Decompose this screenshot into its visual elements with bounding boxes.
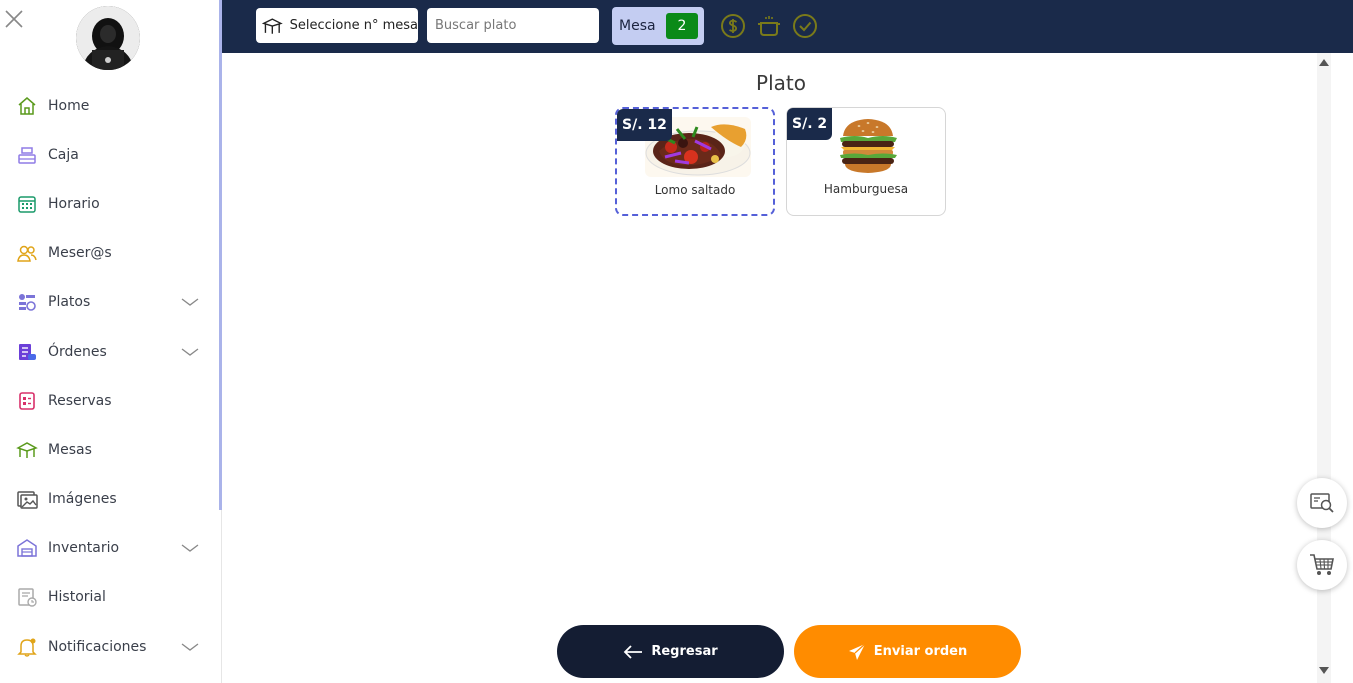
sidebar-item-platos[interactable]: Platos xyxy=(0,278,218,327)
sidebar-item-label: Meser@s xyxy=(48,245,112,262)
chevron-down-icon xyxy=(181,348,199,356)
mesa-number-badge: 2 xyxy=(666,13,698,39)
dish-price: S/. 2 xyxy=(787,108,833,140)
sidebar-item-notificaciones[interactable]: Notificaciones xyxy=(0,622,218,671)
sidebar-item-label: Mesas xyxy=(48,441,92,458)
pot-icon[interactable] xyxy=(756,13,782,39)
sidebar-item-label: Historial xyxy=(48,589,106,606)
chevron-down-icon xyxy=(181,298,199,307)
history-icon xyxy=(16,586,38,608)
cart-icon xyxy=(1310,554,1334,575)
mesa-label: Mesa xyxy=(619,18,656,34)
back-button-label: Regresar xyxy=(651,644,718,659)
sidebar-item-label: Inventario xyxy=(48,540,120,557)
cash-register-icon xyxy=(16,144,38,166)
sidebar-item-label: Notificaciones xyxy=(48,638,147,655)
send-icon xyxy=(848,643,866,660)
sidebar-item-label: Horario xyxy=(48,195,100,212)
dish-search-input[interactable] xyxy=(427,8,599,43)
dish-card[interactable]: S/. 12 Lomo saltado xyxy=(615,107,775,216)
calendar-icon xyxy=(16,193,38,215)
sidebar-item-home[interactable]: Home xyxy=(0,81,218,130)
dishes-icon xyxy=(16,291,38,313)
sidebar-item-label: Reservas xyxy=(48,392,112,409)
reservations-icon xyxy=(16,390,38,412)
users-icon xyxy=(16,242,38,264)
chevron-down-icon xyxy=(181,544,199,553)
chevron-down-icon xyxy=(181,643,199,651)
home-icon xyxy=(16,95,38,117)
sidebar-nav: Home Caja Horario Meser@s Platos Órdenes… xyxy=(0,81,218,671)
orders-icon xyxy=(16,341,38,363)
table-icon xyxy=(262,17,283,34)
sidebar-item-imagenes[interactable]: Imágenes xyxy=(0,475,218,524)
sidebar-item-inventario[interactable]: Inventario xyxy=(0,524,218,573)
sidebar-item-label: Caja xyxy=(48,146,79,163)
section-title: Plato xyxy=(756,71,806,95)
receipt-search-icon xyxy=(1310,493,1334,513)
sidebar-item-label: Órdenes xyxy=(48,343,107,360)
warehouse-icon xyxy=(16,537,38,559)
send-order-label: Enviar orden xyxy=(873,644,968,659)
cart-button[interactable] xyxy=(1297,540,1347,590)
scroll-down-arrow-icon[interactable] xyxy=(1319,667,1329,674)
sidebar-item-label: Platos xyxy=(48,294,91,311)
order-status-icons xyxy=(720,13,818,39)
sidebar-item-reservas[interactable]: Reservas xyxy=(0,376,218,425)
dish-name: Lomo saltado xyxy=(654,183,736,197)
sidebar-item-caja[interactable]: Caja xyxy=(0,130,218,179)
sidebar-item-mesas[interactable]: Mesas xyxy=(0,425,218,474)
dollar-icon[interactable] xyxy=(720,13,746,39)
table-icon xyxy=(16,439,38,461)
mesa-indicator: Mesa 2 xyxy=(612,7,704,45)
topbar: Seleccione n° mesa Mesa 2 xyxy=(222,0,1353,53)
send-order-button[interactable]: Enviar orden xyxy=(794,625,1021,678)
images-icon xyxy=(16,488,38,510)
check-circle-icon[interactable] xyxy=(792,13,818,39)
scroll-up-arrow-icon[interactable] xyxy=(1319,59,1329,66)
dish-card[interactable]: S/. 2 Hamburguesa xyxy=(786,107,946,216)
sidebar-item-meseros[interactable]: Meser@s xyxy=(0,229,218,278)
avatar[interactable] xyxy=(76,6,140,70)
close-sidebar-button[interactable] xyxy=(4,9,24,29)
dish-price: S/. 12 xyxy=(617,109,672,141)
sidebar-item-label: Home xyxy=(48,97,90,114)
table-select[interactable]: Seleccione n° mesa xyxy=(256,8,418,43)
sidebar-item-historial[interactable]: Historial xyxy=(0,573,218,622)
main-content: Plato S/. 12 Lomo saltado S/. 2 Hamburgu… xyxy=(222,53,1317,683)
sidebar-item-label: Imágenes xyxy=(48,491,117,508)
close-icon xyxy=(5,10,23,28)
sidebar-item-ordenes[interactable]: Órdenes xyxy=(0,327,218,376)
order-detail-button[interactable] xyxy=(1297,478,1347,528)
sidebar-item-horario[interactable]: Horario xyxy=(0,179,218,228)
table-select-label: Seleccione n° mesa xyxy=(289,18,418,33)
bell-icon xyxy=(16,636,38,658)
arrow-left-icon xyxy=(624,644,643,659)
dish-name: Hamburguesa xyxy=(823,182,909,196)
back-button[interactable]: Regresar xyxy=(557,625,784,678)
sidebar: Home Caja Horario Meser@s Platos Órdenes… xyxy=(0,0,222,683)
